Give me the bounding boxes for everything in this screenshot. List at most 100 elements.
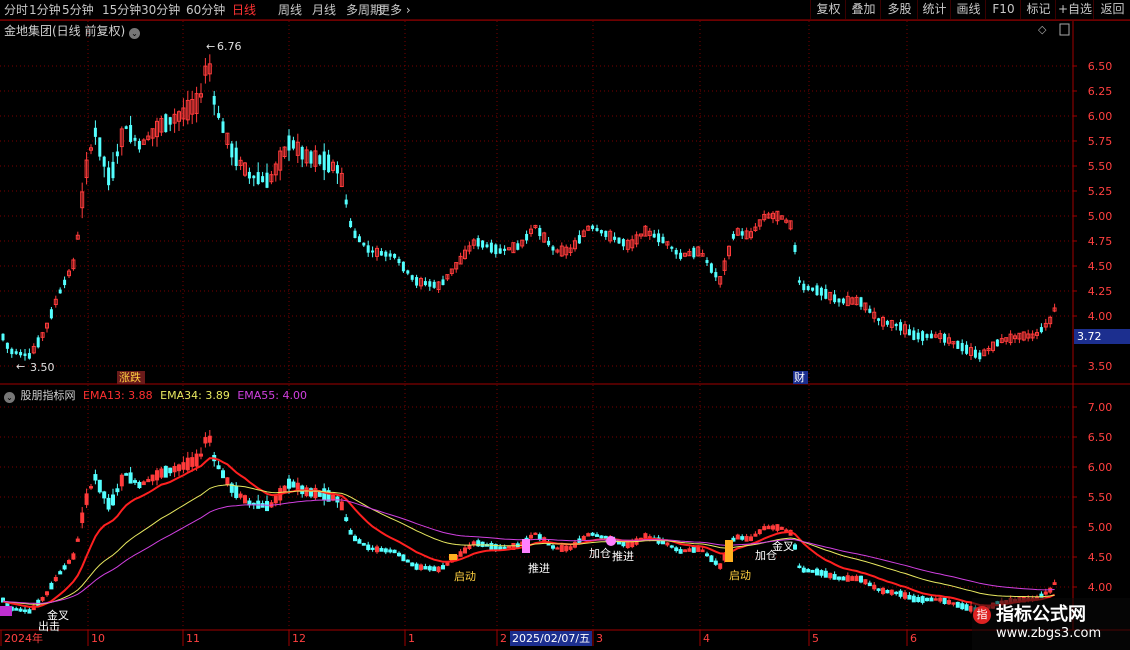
ind-candle-body: [331, 494, 335, 501]
ind-candle-body: [485, 544, 489, 547]
ind-candle-body: [427, 566, 432, 571]
main-candle-body: [894, 323, 898, 327]
toolbar-button-0[interactable]: 复权: [810, 0, 846, 19]
ind-candle-body: [854, 575, 859, 582]
main-candle-body: [639, 233, 643, 237]
main-candle-body: [14, 351, 18, 354]
main-candle-body: [735, 228, 740, 236]
toolbar-button-3[interactable]: 统计: [917, 0, 951, 19]
main-candle-body: [397, 258, 401, 264]
main-candles: [1, 54, 1057, 362]
diamond-icon: ◇: [1038, 23, 1047, 36]
ind-axis-label: 6.50: [1088, 431, 1113, 444]
ind-candle-body: [168, 467, 173, 474]
ind-candle-body: [449, 558, 454, 563]
toolbar-button-2[interactable]: 多股: [880, 0, 918, 19]
ind-candle-body: [84, 493, 89, 505]
period-tab-5[interactable]: 60分钟: [186, 2, 225, 18]
main-candle-body: [956, 340, 960, 349]
ind-candle-body: [942, 597, 947, 605]
push-marker: [522, 539, 530, 553]
main-axis-label: 4.75: [1088, 235, 1113, 248]
main-candle-body: [547, 240, 551, 246]
period-tab-3[interactable]: 15分钟: [102, 2, 141, 18]
x-axis-label: 2024年: [4, 631, 43, 645]
main-candle-body: [520, 239, 525, 247]
period-tab-7[interactable]: 周线: [278, 2, 302, 18]
ind-candle-body: [744, 535, 749, 542]
toolbar-button-6[interactable]: 标记: [1020, 0, 1056, 19]
main-candle-body: [674, 249, 678, 255]
toolbar-button-5[interactable]: F10: [985, 0, 1021, 19]
period-tab-9[interactable]: 多周期: [346, 2, 382, 18]
main-candle-body: [247, 171, 251, 179]
main-candle-body: [1035, 332, 1039, 336]
ind-candle-body: [295, 482, 300, 492]
main-candle-body: [203, 65, 208, 76]
main-axis-label: 5.25: [1088, 185, 1113, 198]
main-candle-body: [230, 143, 234, 158]
ind-candle-body: [669, 545, 674, 548]
ind-candle-body: [608, 536, 613, 543]
main-candle-body: [621, 239, 625, 247]
ind-candle-body: [163, 465, 168, 478]
main-candle-body: [19, 352, 23, 356]
main-axis-label: 4.50: [1088, 260, 1113, 273]
toolbar-button-4[interactable]: 画线: [950, 0, 986, 19]
ind-candle-body: [573, 541, 577, 548]
period-tab-6[interactable]: 日线: [232, 2, 256, 18]
chevron-down-icon[interactable]: ⌄: [4, 392, 15, 403]
ind-candle-body: [797, 565, 802, 569]
ind-candle-body: [410, 562, 415, 567]
ind-candle-body: [273, 495, 278, 504]
ind-candle-body: [97, 479, 102, 493]
ind-candle-body: [832, 574, 837, 580]
main-candle-body: [98, 137, 102, 157]
ind-candle-body: [256, 500, 261, 509]
main-candle-body: [291, 140, 295, 149]
toolbar-button-7[interactable]: +自选: [1055, 0, 1094, 19]
main-candle-body: [489, 242, 493, 253]
ind-candle-body: [889, 589, 894, 595]
period-tab-1[interactable]: 1分钟: [29, 2, 61, 18]
main-candle-body: [406, 270, 410, 274]
main-axis-label: 6.00: [1088, 110, 1113, 123]
main-candle-body: [150, 128, 155, 139]
main-candle-body: [221, 121, 225, 133]
chevron-down-icon[interactable]: ⌄: [129, 28, 141, 39]
ind-candle-body: [111, 494, 115, 506]
ind-candle-body: [885, 589, 890, 594]
main-candle-body: [577, 235, 581, 244]
period-tab-4[interactable]: 30分钟: [141, 2, 180, 18]
toolbar-button-8[interactable]: 返回: [1093, 0, 1130, 19]
ind-candle-body: [599, 535, 604, 539]
main-candle-body: [634, 234, 639, 245]
main-candle-body: [458, 255, 463, 265]
main-candle-body: [793, 245, 797, 252]
main-candle-body: [744, 230, 749, 240]
main-candle-body: [102, 156, 106, 167]
toolbar-button-1[interactable]: 叠加: [845, 0, 881, 19]
ind-candle-body: [392, 549, 397, 554]
ind-candle-body: [581, 535, 586, 541]
main-candle-body: [665, 241, 670, 246]
ind-candle-body: [159, 468, 164, 478]
signal-label-2: 加仓: [589, 546, 611, 560]
period-tab-8[interactable]: 月线: [312, 2, 336, 18]
ind-candle-body: [128, 472, 133, 484]
period-tab-0[interactable]: 分时: [4, 2, 28, 18]
ind-candle-body: [388, 549, 393, 553]
ind-candle-body: [304, 487, 309, 497]
main-candle-body: [357, 236, 361, 243]
period-tab-10[interactable]: 更多 ›: [378, 2, 411, 18]
main-candle-body: [36, 337, 40, 348]
main-candle-body: [533, 224, 538, 229]
main-candle-body: [507, 247, 511, 251]
ind-candle-body: [1, 597, 5, 603]
main-candle-body: [379, 251, 383, 256]
period-tab-2[interactable]: 5分钟: [62, 2, 94, 18]
main-candle-body: [498, 248, 502, 254]
ind-candle-body: [749, 536, 753, 542]
main-candle-body: [854, 296, 859, 306]
ind-candle-body: [929, 597, 934, 602]
